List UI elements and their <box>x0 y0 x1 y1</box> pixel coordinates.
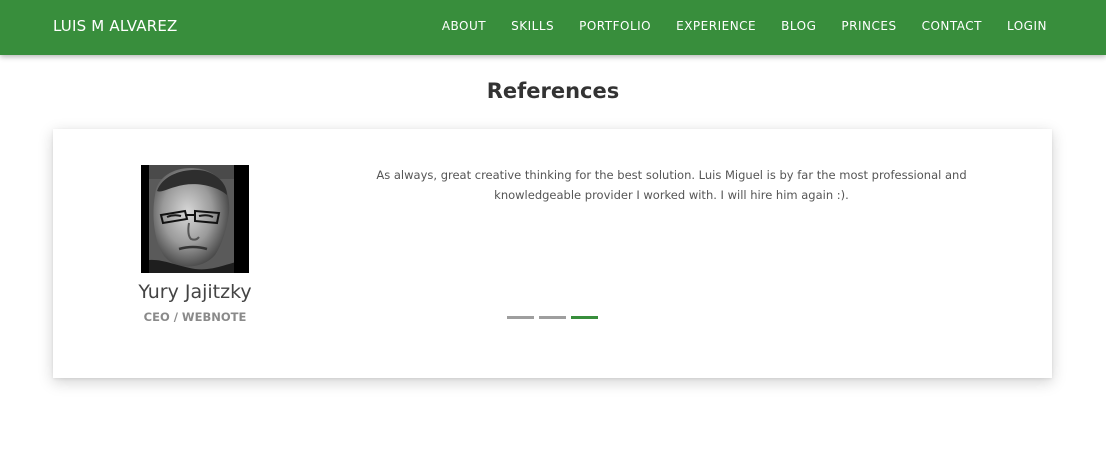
nav-link-princes[interactable]: PRINCES <box>841 19 896 33</box>
nav-link-contact[interactable]: CONTACT <box>922 19 982 33</box>
testimonial-quote: As always, great creative thinking for t… <box>376 168 967 202</box>
avatar-photo <box>141 165 249 273</box>
nav-link-experience[interactable]: EXPERIENCE <box>676 19 756 33</box>
carousel-indicator[interactable] <box>507 316 534 319</box>
navbar: LUIS M ALVAREZ ABOUT SKILLS PORTFOLIO EX… <box>0 0 1106 55</box>
nav-item-blog: BLOG <box>756 19 816 33</box>
brand-link[interactable]: LUIS M ALVAREZ <box>53 17 178 35</box>
testimonial-card: Yury Jajitzky CEO / WEBNOTE As always, g… <box>53 129 1052 378</box>
nav-item-princes: PRINCES <box>816 19 896 33</box>
nav-item-experience: EXPERIENCE <box>651 19 756 33</box>
nav-link-portfolio[interactable]: PORTFOLIO <box>579 19 651 33</box>
carousel-indicator[interactable] <box>539 316 566 319</box>
carousel-indicator-active[interactable] <box>571 316 598 319</box>
reference-name: Yury Jajitzky <box>138 281 252 303</box>
nav-item-about: ABOUT <box>442 19 486 33</box>
nav-item-skills: SKILLS <box>486 19 554 33</box>
references-heading: References <box>486 79 620 103</box>
nav-link-blog[interactable]: BLOG <box>781 19 816 33</box>
nav-link-skills[interactable]: SKILLS <box>511 19 554 33</box>
avatar <box>141 165 249 273</box>
nav-item-portfolio: PORTFOLIO <box>554 19 651 33</box>
carousel-indicators <box>507 316 603 319</box>
nav-menu: ABOUT SKILLS PORTFOLIO EXPERIENCE BLOG P… <box>442 19 1047 33</box>
nav-link-about[interactable]: ABOUT <box>442 19 486 33</box>
nav-link-login[interactable]: LOGIN <box>1007 19 1047 33</box>
reference-role: CEO / WEBNOTE <box>143 310 247 324</box>
nav-item-contact: CONTACT <box>897 19 982 33</box>
nav-item-login: LOGIN <box>982 19 1047 33</box>
